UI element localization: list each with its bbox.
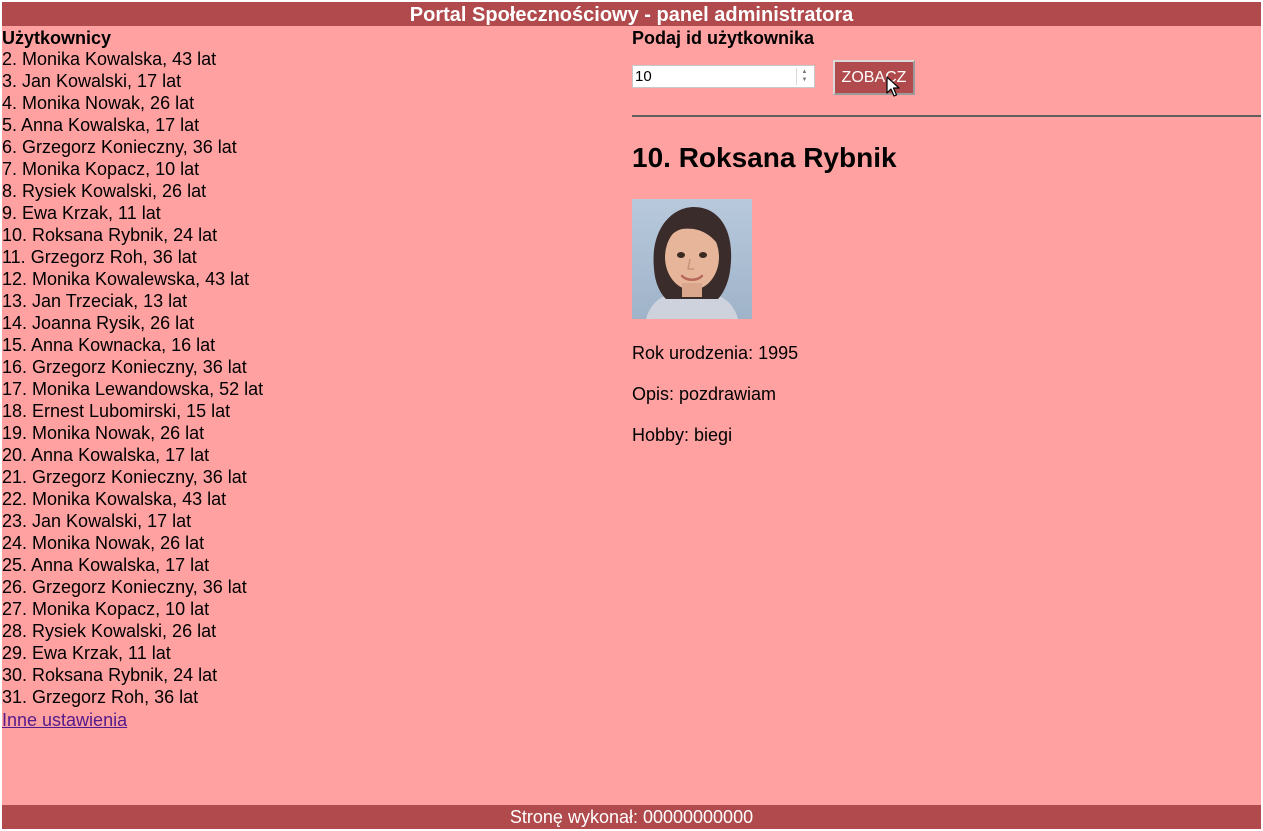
user-list-item: 15. Anna Kownacka, 16 lat [2, 335, 216, 355]
spin-down-arrow-icon[interactable]: ▼ [797, 76, 812, 84]
spin-up-arrow-icon[interactable]: ▲ [797, 68, 812, 76]
user-list-item: 28. Rysiek Kowalski, 26 lat [2, 621, 217, 641]
user-id-field: ▲ ▼ [632, 65, 815, 88]
profile-name: 10. Roksana Rybnik [632, 142, 897, 173]
user-list-item: 25. Anna Kowalska, 17 lat [2, 555, 210, 575]
user-list: 2. Monika Kowalska, 43 lat 3. Jan Kowalsk… [2, 48, 263, 708]
user-list-item: 26. Grzegorz Konieczny, 36 lat [2, 577, 247, 597]
mouse-pointer-icon [886, 76, 900, 97]
see-user-button[interactable]: ZOBACZ [833, 60, 915, 95]
users-panel: Użytkownicy 2. Monika Kowalska, 43 lat 3.… [2, 26, 630, 805]
user-list-item: 11. Grzegorz Roh, 36 lat [2, 247, 197, 267]
footer-text: Stronę wykonał: 00000000000 [509, 807, 754, 827]
user-list-item: 4. Monika Nowak, 26 lat [2, 93, 195, 113]
user-list-item: 30. Roksana Rybnik, 24 lat [2, 665, 218, 685]
user-list-item: 2. Monika Kowalska, 43 lat [2, 49, 217, 69]
user-list-item: 7. Monika Kopacz, 10 lat [2, 159, 200, 179]
profile-description: Opis: pozdrawiam [632, 384, 777, 404]
user-list-item: 5. Anna Kowalska, 17 lat [2, 115, 200, 135]
user-list-item: 23. Jan Kowalski, 17 lat [2, 511, 192, 531]
user-list-item: 3. Jan Kowalski, 17 lat [2, 71, 182, 91]
page-title: Portal Społecznościowy - panel administr… [409, 4, 854, 26]
user-list-item: 12. Monika Kowalewska, 43 lat [2, 269, 250, 289]
user-list-item: 18. Ernest Lubomirski, 15 lat [2, 401, 231, 421]
user-list-item: 8. Rysiek Kowalski, 26 lat [2, 181, 207, 201]
user-id-input[interactable] [633, 66, 793, 87]
number-spinner: ▲ ▼ [796, 68, 812, 85]
user-list-item: 10. Roksana Rybnik, 24 lat [2, 225, 218, 245]
user-list-item: 6. Grzegorz Konieczny, 36 lat [2, 137, 237, 157]
user-list-item: 21. Grzegorz Konieczny, 36 lat [2, 467, 247, 487]
user-list-item: 13. Jan Trzeciak, 13 lat [2, 291, 188, 311]
users-panel-title: Użytkownicy [2, 28, 112, 48]
user-list-item: 22. Monika Kowalska, 43 lat [2, 489, 227, 509]
profile-photo [632, 199, 752, 319]
page-header: Portal Społecznościowy - panel administr… [2, 2, 1261, 26]
other-settings-link[interactable]: Inne ustawienia [2, 709, 127, 731]
user-list-item: 16. Grzegorz Konieczny, 36 lat [2, 357, 247, 377]
user-list-item: 19. Monika Nowak, 26 lat [2, 423, 205, 443]
user-list-item: 31. Grzegorz Roh, 36 lat [2, 687, 199, 707]
user-list-item: 9. Ewa Krzak, 11 lat [2, 203, 161, 223]
user-list-item: 17. Monika Lewandowska, 52 lat [2, 379, 264, 399]
user-list-item: 24. Monika Nowak, 26 lat [2, 533, 205, 553]
section-divider [632, 115, 1261, 117]
user-list-item: 20. Anna Kowalska, 17 lat [2, 445, 210, 465]
main-area: Użytkownicy 2. Monika Kowalska, 43 lat 3.… [2, 26, 1261, 805]
user-list-item: 27. Monika Kopacz, 10 lat [2, 599, 210, 619]
user-list-item: 14. Joanna Rysik, 26 lat [2, 313, 195, 333]
profile-birth-year: Rok urodzenia: 1995 [632, 343, 799, 363]
page-footer: Stronę wykonał: 00000000000 [2, 805, 1261, 829]
user-list-item: 29. Ewa Krzak, 11 lat [2, 643, 171, 663]
profile-hobby: Hobby: biegi [632, 425, 733, 445]
user-lookup-panel: Podaj id użytkownika ▲ ▼ ZOBACZ 10. Roks… [632, 26, 1261, 805]
lookup-title: Podaj id użytkownika [632, 28, 815, 48]
